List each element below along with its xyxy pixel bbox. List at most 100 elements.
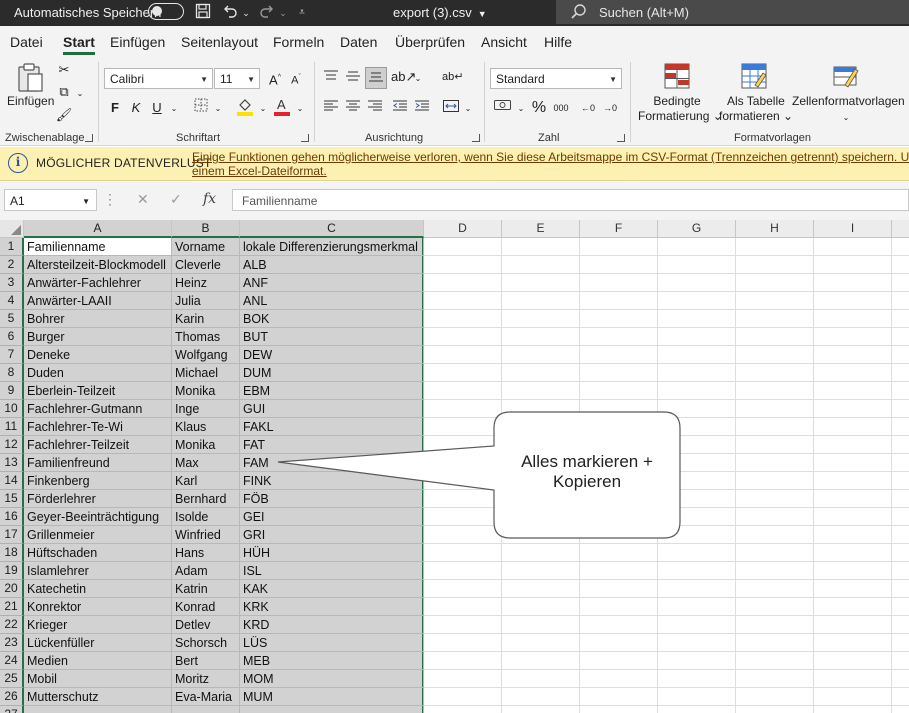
cell-a[interactable]: Krieger	[24, 616, 172, 634]
percent-icon[interactable]: %	[529, 98, 549, 118]
row-header[interactable]: 2	[0, 256, 24, 274]
format-painter-icon[interactable]: 🖌	[54, 105, 74, 125]
currency-icon[interactable]	[493, 98, 513, 118]
cell-c[interactable]: DEW	[240, 346, 424, 364]
cell-a[interactable]: Eberlein-Teilzeit	[24, 382, 172, 400]
row-header[interactable]: 7	[0, 346, 24, 364]
row-header[interactable]: 6	[0, 328, 24, 346]
align-bottom-icon[interactable]	[365, 67, 387, 89]
cell-b[interactable]: Heinz	[172, 274, 240, 292]
cell-b[interactable]: Eva-Maria	[172, 688, 240, 706]
tab-ueberpruefen[interactable]: Überprüfen	[395, 34, 465, 50]
cell-a[interactable]: Finkenberg	[24, 472, 172, 490]
cell-a[interactable]: Burger	[24, 328, 172, 346]
cell-b[interactable]: Julia	[172, 292, 240, 310]
align-top-icon[interactable]	[321, 68, 341, 88]
cell-c[interactable]: KRK	[240, 598, 424, 616]
row-header[interactable]: 21	[0, 598, 24, 616]
conditional-formatting-label1[interactable]: Bedingte	[645, 94, 709, 109]
search-box[interactable]: Suchen (Alt+M)	[556, 0, 909, 24]
cell-c[interactable]: lokale Differenzierungsmerkmal	[240, 238, 424, 256]
number-format-dropdown[interactable]: Standard ▼	[490, 68, 622, 89]
cell-a[interactable]: Grillenmeier	[24, 526, 172, 544]
cell-a[interactable]: Deneke	[24, 346, 172, 364]
cell-c[interactable]: GRI	[240, 526, 424, 544]
cell-c[interactable]: DUM	[240, 364, 424, 382]
tab-start[interactable]: Start	[63, 34, 95, 55]
cell-a[interactable]	[24, 706, 172, 713]
cell-b[interactable]: Inge	[172, 400, 240, 418]
warning-message-link[interactable]: Einige Funktionen gehen möglicherweise v…	[192, 150, 909, 178]
cell-b[interactable]: Bert	[172, 652, 240, 670]
copy-dropdown-icon[interactable]: ⌄	[70, 84, 90, 104]
cell-c[interactable]: HÜH	[240, 544, 424, 562]
cell-c[interactable]: FAKL	[240, 418, 424, 436]
column-header-c[interactable]: C	[240, 220, 424, 238]
align-middle-icon[interactable]	[343, 68, 363, 88]
cell-a[interactable]: Hüftschaden	[24, 544, 172, 562]
column-header-d[interactable]: D	[424, 220, 502, 238]
column-header-b[interactable]: B	[172, 220, 240, 238]
font-launcher-icon[interactable]	[301, 134, 309, 142]
confirm-icon[interactable]: ✓	[170, 191, 182, 208]
autosave-toggle[interactable]	[148, 3, 184, 20]
file-name[interactable]: export (3).csv ▼	[393, 5, 487, 20]
format-as-table-label1[interactable]: Als Tabelle	[727, 94, 785, 109]
cell-c[interactable]: FINK	[240, 472, 424, 490]
column-header-i[interactable]: I	[814, 220, 892, 238]
cell-c[interactable]: FÖB	[240, 490, 424, 508]
row-header[interactable]: 9	[0, 382, 24, 400]
number-launcher-icon[interactable]	[617, 134, 625, 142]
font-color-icon[interactable]: A	[272, 96, 292, 116]
decrease-indent-icon[interactable]	[390, 98, 410, 118]
cell-styles-icon[interactable]	[832, 63, 860, 91]
save-icon[interactable]	[193, 3, 213, 23]
column-header-e[interactable]: E	[502, 220, 580, 238]
tab-formeln[interactable]: Formeln	[273, 34, 324, 50]
cell-a[interactable]: Altersteilzeit-Blockmodell	[24, 256, 172, 274]
cell-b[interactable]: Karl	[172, 472, 240, 490]
tab-datei[interactable]: Datei	[10, 34, 43, 50]
cell-b[interactable]: Max	[172, 454, 240, 472]
more-options-icon[interactable]: · · ·	[108, 188, 114, 210]
cut-icon[interactable]: ✂	[54, 60, 74, 80]
row-header[interactable]: 4	[0, 292, 24, 310]
cell-b[interactable]: Klaus	[172, 418, 240, 436]
cell-b[interactable]: Hans	[172, 544, 240, 562]
row-header[interactable]: 27	[0, 706, 24, 713]
tab-einfuegen[interactable]: Einfügen	[110, 34, 165, 50]
cell-c[interactable]: KRD	[240, 616, 424, 634]
thousands-separator-icon[interactable]: 000	[551, 98, 571, 118]
align-left-icon[interactable]	[321, 98, 341, 118]
cell-c[interactable]: BUT	[240, 328, 424, 346]
cell-c[interactable]: ISL	[240, 562, 424, 580]
cell-b[interactable]: Monika	[172, 436, 240, 454]
cell-a[interactable]: Familienfreund	[24, 454, 172, 472]
cell-a[interactable]: Konrektor	[24, 598, 172, 616]
cell-b[interactable]: Detlev	[172, 616, 240, 634]
row-header[interactable]: 15	[0, 490, 24, 508]
row-header[interactable]: 1	[0, 238, 24, 256]
cell-a[interactable]: Mutterschutz	[24, 688, 172, 706]
cell-a[interactable]: Fachlehrer-Te-Wi	[24, 418, 172, 436]
clipboard-launcher-icon[interactable]	[85, 134, 93, 142]
wrap-text-icon[interactable]: ab↵	[442, 67, 463, 87]
cell-a[interactable]: Bohrer	[24, 310, 172, 328]
tab-daten[interactable]: Daten	[340, 34, 377, 50]
cell-b[interactable]: Cleverle	[172, 256, 240, 274]
cell-c[interactable]: MUM	[240, 688, 424, 706]
conditional-formatting-icon[interactable]	[663, 63, 691, 91]
cell-c[interactable]	[240, 706, 424, 713]
cell-b[interactable]: Thomas	[172, 328, 240, 346]
paste-button-label[interactable]: Einfügen	[7, 94, 54, 109]
tab-hilfe[interactable]: Hilfe	[544, 34, 572, 50]
row-header[interactable]: 16	[0, 508, 24, 526]
cell-a[interactable]: Fachlehrer-Gutmann	[24, 400, 172, 418]
cell-a[interactable]: Anwärter-Fachlehrer	[24, 274, 172, 292]
font-name-dropdown[interactable]: Calibri ▼	[104, 68, 213, 89]
cell-a[interactable]: Medien	[24, 652, 172, 670]
cell-c[interactable]: MOM	[240, 670, 424, 688]
row-header[interactable]: 3	[0, 274, 24, 292]
row-header[interactable]: 20	[0, 580, 24, 598]
row-header[interactable]: 19	[0, 562, 24, 580]
